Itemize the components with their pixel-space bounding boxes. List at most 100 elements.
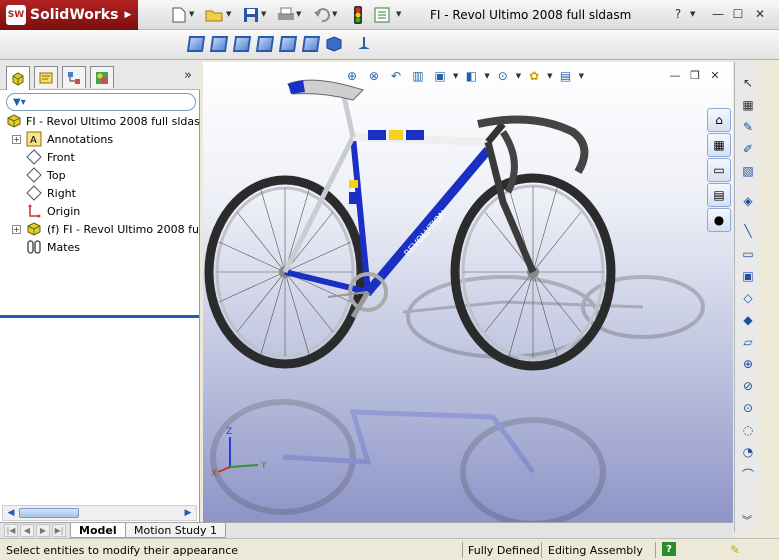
prev-tab-icon[interactable]: ◀ bbox=[20, 524, 34, 537]
next-tab-icon[interactable]: ▶ bbox=[36, 524, 50, 537]
center-rectangle-icon[interactable]: ▣ bbox=[739, 267, 757, 285]
tree-item-annotations[interactable]: + A Annotations bbox=[0, 130, 199, 148]
print-dropdown-icon[interactable]: ▼ bbox=[296, 10, 301, 18]
left-view-icon[interactable] bbox=[255, 36, 275, 54]
new-dropdown-icon[interactable]: ▼ bbox=[189, 10, 194, 18]
standard-views-icon[interactable] bbox=[186, 36, 206, 54]
rebuild-icon[interactable] bbox=[349, 6, 367, 24]
scroll-right-icon[interactable]: ▶ bbox=[181, 507, 195, 519]
file-explorer-icon[interactable]: ▭ bbox=[707, 158, 731, 182]
undo-icon[interactable] bbox=[313, 6, 331, 24]
first-tab-icon[interactable]: |◀ bbox=[4, 524, 18, 537]
view-palette-icon[interactable]: ▤ bbox=[707, 183, 731, 207]
zoom-area-icon[interactable]: ⊗ bbox=[365, 67, 383, 85]
appearance-icon[interactable]: ✿ bbox=[525, 67, 543, 85]
viewport-minimize-icon[interactable]: — bbox=[668, 68, 682, 82]
tree-filter[interactable]: ▼▾ bbox=[6, 93, 196, 111]
undo-dropdown-icon[interactable]: ▼ bbox=[332, 10, 337, 18]
scroll-left-icon[interactable]: ◀ bbox=[4, 507, 18, 519]
section-view-icon[interactable]: ▥ bbox=[409, 67, 427, 85]
last-tab-icon[interactable]: ▶| bbox=[52, 524, 66, 537]
hide-show-dropdown-icon[interactable]: ▼ bbox=[516, 72, 521, 80]
close-icon[interactable]: ✕ bbox=[752, 6, 768, 22]
hide-show-icon[interactable]: ⊙ bbox=[494, 67, 512, 85]
slot-icon[interactable]: ◆ bbox=[739, 311, 757, 329]
select-icon[interactable]: ↖ bbox=[739, 74, 757, 92]
right-view-icon[interactable] bbox=[278, 36, 298, 54]
previous-view-icon[interactable]: ↶ bbox=[387, 67, 405, 85]
tree-item-right[interactable]: Right bbox=[0, 184, 199, 202]
menu-arrow-icon[interactable]: ▶ bbox=[124, 10, 131, 20]
help-dropdown-icon[interactable]: ▼ bbox=[690, 10, 695, 18]
3d-sketch-icon[interactable]: ✐ bbox=[739, 140, 757, 158]
save-dropdown-icon[interactable]: ▼ bbox=[261, 10, 266, 18]
display-style-dropdown-icon[interactable]: ▼ bbox=[484, 72, 489, 80]
save-icon[interactable] bbox=[242, 6, 260, 24]
centerpoint-arc-icon[interactable]: ⊙ bbox=[739, 399, 757, 417]
tree-item-top[interactable]: Top bbox=[0, 166, 199, 184]
perimeter-circle-icon[interactable]: ⊘ bbox=[739, 377, 757, 395]
back-view-icon[interactable] bbox=[232, 36, 252, 54]
rectangle-icon[interactable]: ▭ bbox=[739, 245, 757, 263]
tree-item-origin[interactable]: Origin bbox=[0, 202, 199, 220]
pin-icon[interactable]: ✎ bbox=[727, 542, 743, 558]
tab-property-manager[interactable] bbox=[34, 66, 58, 88]
tab-motion-study[interactable]: Motion Study 1 bbox=[125, 523, 227, 538]
zoom-to-fit-icon[interactable]: ⊕ bbox=[343, 67, 361, 85]
tab-configuration-manager[interactable] bbox=[62, 66, 86, 88]
viewport-close-icon[interactable]: ✕ bbox=[708, 68, 722, 82]
circle-icon[interactable]: ⊕ bbox=[739, 355, 757, 373]
grid-icon[interactable]: ▦ bbox=[739, 96, 757, 114]
open-dropdown-icon[interactable]: ▼ bbox=[226, 10, 231, 18]
view-orientation-icon[interactable]: ▣ bbox=[431, 67, 449, 85]
polygon-icon[interactable]: ◇ bbox=[739, 289, 757, 307]
graphics-area[interactable]: REVOLUTION Z X Y ⊕ ⊗ ↶ ▥ ▣ ▼ ◧ ▼ ⊙ ▼ ✿ ▼… bbox=[203, 62, 733, 522]
options-icon[interactable] bbox=[373, 6, 391, 24]
expand-icon[interactable]: + bbox=[12, 134, 21, 144]
scene-dropdown-icon[interactable]: ▼ bbox=[579, 72, 584, 80]
front-view-icon[interactable] bbox=[209, 36, 229, 54]
line-icon[interactable]: ╲ bbox=[739, 222, 757, 240]
appearances-icon[interactable]: ● bbox=[707, 208, 731, 232]
options-dropdown-icon[interactable]: ▼ bbox=[396, 10, 401, 18]
isometric-view-icon[interactable] bbox=[326, 36, 344, 54]
tangent-arc-icon[interactable]: ◌ bbox=[739, 421, 757, 439]
more-tools-icon[interactable]: ︾ bbox=[734, 512, 760, 527]
view-orientation-dropdown-icon[interactable]: ▼ bbox=[453, 72, 458, 80]
resources-icon[interactable]: ⌂ bbox=[707, 108, 731, 132]
ellipse-icon[interactable]: ⌒ bbox=[739, 465, 757, 483]
tree-item-front[interactable]: Front bbox=[0, 148, 199, 166]
minimize-icon[interactable]: — bbox=[710, 6, 726, 22]
more-tabs-icon[interactable]: » bbox=[184, 68, 192, 83]
tree-item-mates[interactable]: Mates bbox=[0, 238, 199, 256]
tree-item-subassembly[interactable]: + (f) FI - Revol Ultimo 2008 full sl bbox=[0, 220, 199, 238]
tab-feature-manager[interactable] bbox=[6, 66, 30, 90]
smart-dimension-icon[interactable]: ◈ bbox=[739, 192, 757, 210]
normal-to-icon[interactable] bbox=[356, 36, 374, 54]
expand-icon[interactable]: + bbox=[12, 224, 21, 234]
quick-tips-button[interactable]: ? bbox=[662, 542, 676, 556]
parallelogram-icon[interactable]: ▱ bbox=[739, 333, 757, 351]
design-library-icon[interactable]: ▦ bbox=[707, 133, 731, 157]
maximize-icon[interactable]: ☐ bbox=[730, 6, 746, 22]
help-icon[interactable]: ? bbox=[670, 6, 686, 22]
sketch-relations-icon[interactable]: ▧ bbox=[739, 162, 757, 180]
sketch-icon[interactable]: ✎ bbox=[739, 118, 757, 136]
display-style-icon[interactable]: ◧ bbox=[462, 67, 480, 85]
tree-root[interactable]: FI - Revol Ultimo 2008 full sldasm ( bbox=[0, 112, 199, 130]
panel-split-handle[interactable] bbox=[0, 315, 199, 318]
3-point-arc-icon[interactable]: ◔ bbox=[739, 443, 757, 461]
tab-model[interactable]: Model bbox=[70, 523, 126, 538]
tab-display-manager[interactable] bbox=[90, 66, 114, 88]
print-icon[interactable] bbox=[277, 6, 295, 24]
top-view-icon[interactable] bbox=[301, 36, 321, 54]
scene-icon[interactable]: ▤ bbox=[557, 67, 575, 85]
open-folder-icon[interactable] bbox=[205, 6, 223, 24]
scroll-thumb[interactable] bbox=[19, 508, 79, 518]
bicycle-model[interactable]: REVOLUTION Z X Y bbox=[203, 62, 733, 522]
new-document-icon[interactable] bbox=[170, 6, 188, 24]
viewport-restore-icon[interactable]: ❐ bbox=[688, 68, 702, 82]
horizontal-scrollbar[interactable]: ◀ ▶ bbox=[2, 505, 197, 521]
appearance-dropdown-icon[interactable]: ▼ bbox=[547, 72, 552, 80]
solidworks-logo-menu[interactable]: SW SolidWorks ▶ bbox=[0, 0, 138, 30]
